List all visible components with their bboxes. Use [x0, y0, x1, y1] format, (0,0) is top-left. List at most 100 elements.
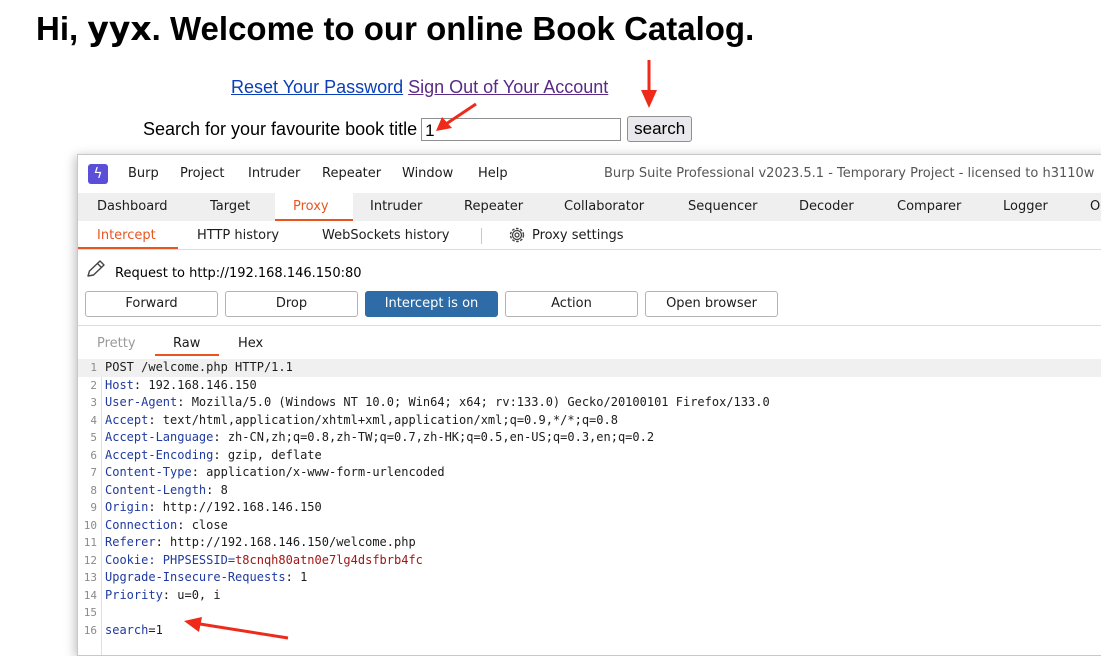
- request-line[interactable]: 10 Connection: close: [78, 517, 1101, 535]
- search-label: Search for your favourite book title: [143, 119, 418, 140]
- header-value: : http://192.168.146.150/welcome.php: [155, 535, 416, 549]
- view-tab-raw[interactable]: Raw: [173, 336, 200, 352]
- forward-button[interactable]: Forward: [85, 291, 218, 317]
- line-number: 9: [90, 501, 97, 514]
- header-value: : close: [177, 517, 228, 532]
- active-subtab-underline: [78, 247, 178, 249]
- line-content: Content-Type: application/x-www-form-url…: [105, 464, 445, 482]
- gear-icon[interactable]: [508, 226, 526, 244]
- request-line[interactable]: 5 Accept-Language: zh-CN,zh;q=0.8,zh-TW;q…: [78, 429, 1101, 447]
- annotation-arrow-down: [641, 60, 657, 108]
- line-number: 3: [90, 396, 97, 409]
- subtab-separator: [481, 228, 482, 244]
- menu-project[interactable]: Project: [180, 166, 224, 182]
- subtab-http-history[interactable]: HTTP history: [197, 228, 279, 244]
- tab-collaborator[interactable]: Collaborator: [564, 199, 644, 215]
- open-browser-button[interactable]: Open browser: [645, 291, 778, 317]
- pencil-icon[interactable]: [85, 259, 107, 279]
- line-content: Priority: u=0, i: [105, 587, 221, 605]
- tab-dashboard[interactable]: Dashboard: [97, 199, 168, 215]
- header-name: Connection: [105, 517, 178, 532]
- request-line[interactable]: 11 Referer: http://192.168.146.150/welcom…: [78, 534, 1101, 552]
- header-name: Priority: [105, 587, 163, 602]
- line-number: 4: [90, 413, 97, 427]
- request-editor[interactable]: 1 POST /welcome.php HTTP/1.1 2 Host: 192.16…: [78, 359, 1101, 655]
- line-content: POST /welcome.php HTTP/1.1: [105, 359, 293, 377]
- line-content: Referer: http://192.168.146.150/welcome.…: [105, 534, 416, 552]
- annotation-arrow-search-input: [436, 102, 477, 131]
- proxy-settings-link[interactable]: Proxy settings: [532, 228, 624, 244]
- menu-intruder[interactable]: Intruder: [248, 166, 300, 182]
- line-content: Upgrade-Insecure-Requests: 1: [105, 569, 307, 587]
- menu-help[interactable]: Help: [478, 166, 508, 182]
- line-content: Content-Length: 8: [105, 482, 228, 500]
- line-number: 1: [90, 361, 97, 374]
- request-line[interactable]: 8 Content-Length: 8: [78, 482, 1101, 500]
- action-button[interactable]: Action: [505, 291, 638, 317]
- request-line[interactable]: 1 POST /welcome.php HTTP/1.1: [78, 359, 1101, 377]
- username: yyx: [87, 9, 152, 48]
- request-line[interactable]: 9 Origin: http://192.168.146.150: [78, 499, 1101, 517]
- header-value: : gzip, deflate: [213, 447, 322, 462]
- tab-decoder[interactable]: Decoder: [799, 199, 854, 215]
- tab-intruder[interactable]: Intruder: [370, 199, 422, 215]
- request-line[interactable]: 7 Content-Type: application/x-www-form-ur…: [78, 464, 1101, 482]
- line-content: User-Agent: Mozilla/5.0 (Windows NT 10.0…: [105, 394, 770, 412]
- menu-repeater[interactable]: Repeater: [322, 166, 381, 182]
- line-content: Accept-Encoding: gzip, deflate: [105, 447, 322, 465]
- greeting-prefix: Hi,: [36, 10, 88, 47]
- subtab-websockets-history[interactable]: WebSockets history: [322, 228, 449, 244]
- header-name: Accept-Encoding: [105, 447, 214, 462]
- line-number: 12: [83, 553, 97, 567]
- search-button[interactable]: search: [627, 116, 693, 143]
- subtab-intercept[interactable]: Intercept: [97, 228, 156, 244]
- request-line[interactable]: 12 Cookie: PHPSESSID=t8cnqh80atn0e7lg4dsf…: [78, 552, 1101, 570]
- request-info: Request to http://192.168.146.150:80: [78, 250, 1101, 286]
- request-line[interactable]: 14 Priority: u=0, i: [78, 587, 1101, 605]
- intercept-toggle-button[interactable]: Intercept is on: [365, 291, 498, 317]
- header-value: : 8: [206, 482, 228, 497]
- header-value: : application/x-www-form-urlencoded: [191, 465, 445, 479]
- page-title: Hi, yyx. Welcome to our online Book Cata…: [36, 9, 754, 49]
- sign-out-link[interactable]: Sign Out of Your Account: [408, 77, 608, 97]
- tab-repeater[interactable]: Repeater: [464, 199, 523, 215]
- tab-overflow[interactable]: O: [1090, 199, 1100, 215]
- line-number: 13: [83, 571, 97, 584]
- header-name: search: [105, 622, 149, 637]
- tab-logger[interactable]: Logger: [1003, 199, 1048, 215]
- burp-logo-icon: ϟ: [88, 164, 108, 184]
- drop-button[interactable]: Drop: [225, 291, 358, 317]
- line-number: 6: [90, 448, 97, 462]
- line-content: search=1: [105, 622, 163, 640]
- view-tab-hex[interactable]: Hex: [238, 336, 263, 352]
- header-name: Origin: [105, 500, 149, 514]
- account-links: Reset Your Password Sign Out of Your Acc…: [231, 76, 608, 98]
- request-line[interactable]: 13 Upgrade-Insecure-Requests: 1: [78, 569, 1101, 587]
- line-number: 14: [83, 588, 97, 602]
- header-value: : u=0, i: [162, 587, 221, 602]
- request-line[interactable]: 2 Host: 192.168.146.150: [78, 377, 1101, 395]
- line-content: Connection: close: [105, 517, 228, 535]
- header-value: : 192.168.146.150: [133, 377, 257, 392]
- request-line[interactable]: 4 Accept: text/html,application/xhtml+xml…: [78, 412, 1101, 430]
- header-value: : zh-CN,zh;q=0.8,zh-TW;q=0.7,zh-HK;q=0.5…: [213, 430, 655, 444]
- line-number: 8: [90, 483, 97, 497]
- reset-password-link[interactable]: Reset Your Password: [231, 77, 403, 97]
- header-value: =1: [148, 622, 163, 637]
- header-value: POST /welcome.php HTTP/1.1: [105, 360, 293, 374]
- header-value: : PHPSESSID=: [148, 552, 236, 567]
- line-number: 5: [90, 431, 97, 444]
- tab-target[interactable]: Target: [210, 199, 250, 215]
- tab-sequencer[interactable]: Sequencer: [688, 199, 757, 215]
- request-line[interactable]: 6 Accept-Encoding: gzip, deflate: [78, 447, 1101, 465]
- tab-proxy[interactable]: Proxy: [293, 199, 329, 215]
- view-tab-pretty[interactable]: Pretty: [97, 336, 136, 352]
- line-number: 11: [83, 536, 97, 549]
- menu-window[interactable]: Window: [402, 166, 453, 182]
- main-tabs: Dashboard Target Proxy Intruder Repeater…: [78, 193, 1101, 221]
- annotation-arrow-search-param: [184, 617, 289, 640]
- menu-burp[interactable]: Burp: [128, 166, 159, 182]
- menu-bar: ϟ Burp Project Intruder Repeater Window …: [78, 155, 1101, 193]
- tab-comparer[interactable]: Comparer: [897, 199, 961, 215]
- request-line[interactable]: 3 User-Agent: Mozilla/5.0 (Windows NT 10.…: [78, 394, 1101, 412]
